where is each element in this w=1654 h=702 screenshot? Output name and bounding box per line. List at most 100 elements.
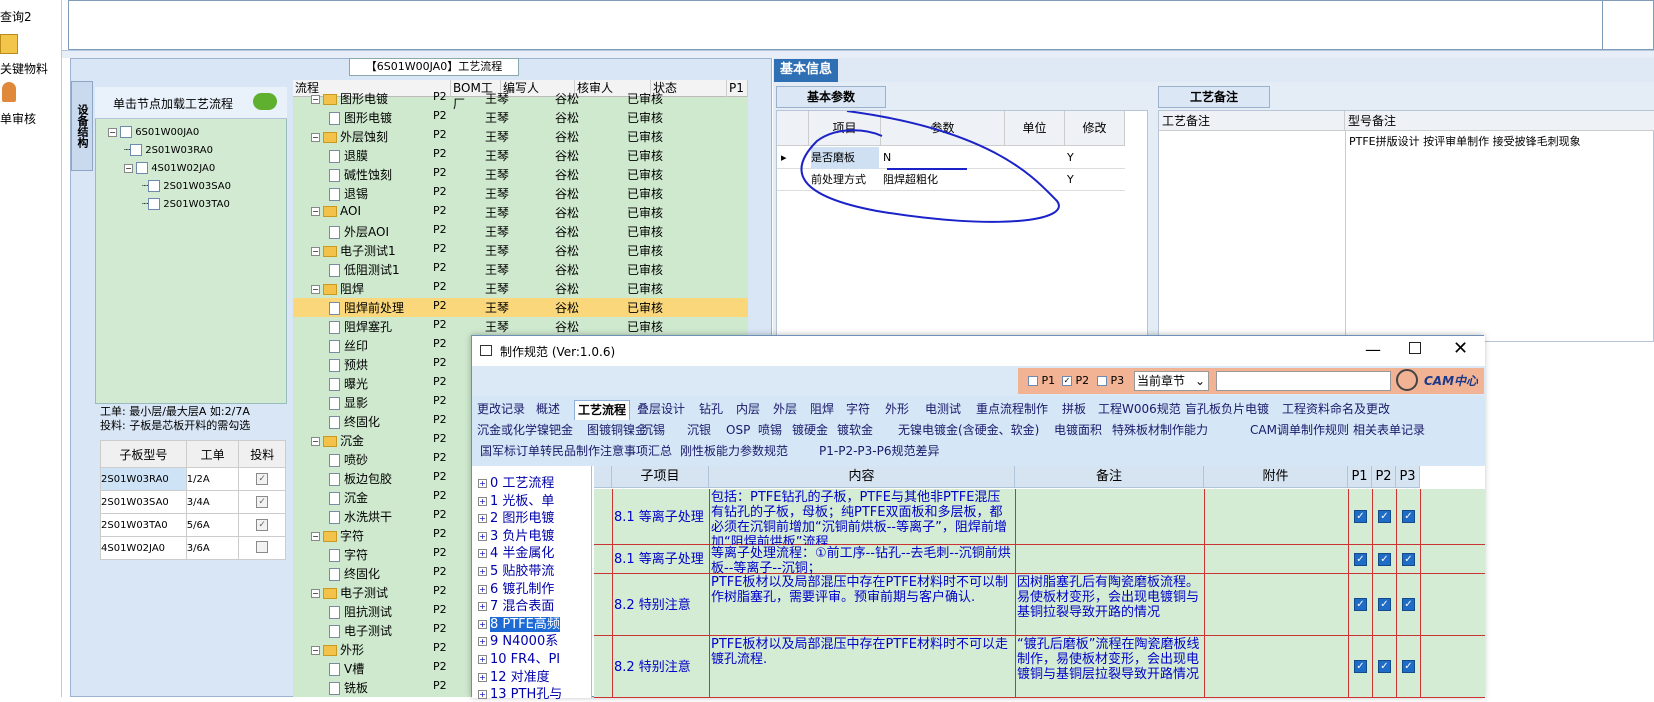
chapter-node[interactable]: +4 半金属化 — [478, 542, 554, 561]
dialog-tab[interactable]: 阻焊 — [810, 400, 834, 420]
dialog-tab[interactable]: 钻孔 — [699, 400, 723, 420]
close-icon[interactable]: ✕ — [1453, 338, 1468, 359]
process-row[interactable]: − 图形电镀 P2 王琴 谷松 已审核 — [293, 89, 748, 108]
tab-process-notes[interactable]: 工艺备注 — [1158, 86, 1270, 108]
column-header[interactable]: 附件 — [1204, 466, 1348, 488]
chapter-node[interactable]: +3 负片电镀 — [478, 525, 554, 544]
dialog-tab[interactable]: 拼板 — [1062, 400, 1086, 420]
top-input-area[interactable] — [68, 0, 1654, 51]
chapter-select[interactable]: 当前章节 ⌄ — [1134, 371, 1209, 391]
process-row[interactable]: 碱性蚀刻 P2 王琴 谷松 已审核 — [293, 165, 748, 184]
spec-row[interactable]: 8.2 特别注意 PTFE板材以及局部混压中存在PTFE材料时不可以制作树脂塞孔，… — [594, 574, 1485, 636]
column-header[interactable]: P2 — [1372, 466, 1396, 488]
p3-checkbox[interactable]: ✓ — [1402, 510, 1415, 523]
process-row[interactable]: 阻焊前处理 P2 王琴 谷松 已审核 — [293, 298, 748, 317]
tree-node[interactable]: ┈ 2S01W03RA0 — [124, 144, 213, 156]
dialog-tab[interactable]: OSP — [726, 421, 750, 441]
process-row[interactable]: 外层AOI P2 王琴 谷松 已审核 — [293, 222, 748, 241]
p1-checkbox[interactable]: P1 — [1028, 374, 1055, 387]
process-row[interactable]: 低阻测试1 P2 王琴 谷松 已审核 — [293, 260, 748, 279]
tree-node-root[interactable]: − 6S01W00JA0 — [108, 126, 199, 138]
p1-checkbox[interactable]: ✓ — [1354, 510, 1367, 523]
model-note-cell[interactable]: PTFE拼版设计 按评审单制作 接受披锋毛刺现象 — [1345, 131, 1654, 343]
dialog-tab[interactable]: 沉锡 — [641, 421, 665, 441]
chapter-node[interactable]: +8 PTFE高频 — [478, 613, 560, 632]
column-header[interactable]: 备注 — [1015, 466, 1204, 488]
column-header[interactable]: 工艺备注 — [1159, 111, 1345, 131]
p3-checkbox[interactable]: ✓ — [1402, 598, 1415, 611]
table-row[interactable]: 2S01W03TA0 5/6A ✓ — [100, 513, 286, 537]
chat-icon[interactable] — [253, 93, 277, 110]
dialog-tab[interactable]: 相关表单记录 — [1353, 421, 1425, 441]
tree-node[interactable]: ┈ 2S01W03TA0 — [142, 198, 230, 210]
column-header[interactable]: 内容 — [709, 466, 1015, 488]
dialog-tab[interactable]: 沉金或化学镍钯金 — [477, 421, 573, 441]
search-icon[interactable] — [1396, 369, 1418, 391]
dialog-tab[interactable]: 工程资料命名及更改 — [1282, 400, 1390, 420]
p2-checkbox[interactable]: ✓ — [1378, 552, 1391, 566]
p2-checkbox[interactable]: ✓ P2 — [1062, 374, 1089, 387]
dialog-tab[interactable]: 特殊板材制作能力 — [1112, 421, 1208, 441]
chapter-node[interactable]: +0 工艺流程 — [478, 472, 554, 491]
dialog-tab[interactable]: 镀软金 — [837, 421, 873, 441]
dialog-tab[interactable]: 内层 — [736, 400, 760, 420]
p3-checkbox[interactable]: ✓ — [1402, 660, 1415, 673]
dialog-tab[interactable]: 刚性板能力参数规范 — [680, 442, 788, 462]
dialog-tab[interactable]: 无镍电镀金(含硬金、软金) — [898, 421, 1039, 441]
p2-checkbox[interactable]: ✓ — [1378, 510, 1391, 523]
feed-checkbox[interactable]: ✓ — [238, 467, 286, 491]
search-input[interactable] — [1216, 371, 1391, 391]
dialog-tab[interactable]: 镀硬金 — [792, 421, 828, 441]
chapter-node[interactable]: +7 混合表面 — [478, 595, 554, 614]
table-row[interactable]: 2S01W03RA0 1/2A ✓ — [100, 467, 286, 491]
process-row[interactable]: 退锡 P2 王琴 谷松 已审核 — [293, 184, 748, 203]
dialog-tab[interactable]: 叠层设计 — [637, 400, 685, 420]
equipment-structure-tab[interactable]: 设备结构 — [71, 81, 93, 171]
column-header[interactable]: 子项目 — [612, 466, 709, 488]
process-row[interactable]: 图形电镀 P2 王琴 谷松 已审核 — [293, 108, 748, 127]
chapter-node[interactable]: +13 PTH孔与 — [478, 683, 562, 702]
p1-checkbox[interactable]: ✓ — [1354, 552, 1367, 566]
dialog-tab[interactable]: 喷锡 — [758, 421, 782, 441]
chapter-node[interactable]: +1 光板、单 — [478, 490, 554, 509]
process-row[interactable]: 阻焊塞孔 P2 王琴 谷松 已审核 — [293, 317, 748, 336]
chapter-node[interactable]: +6 镀孔制作 — [478, 578, 554, 597]
tab-basic-params[interactable]: 基本参数 — [776, 86, 886, 108]
dialog-tab[interactable]: P1-P2-P3-P6规范差异 — [819, 442, 939, 462]
dialog-tab[interactable]: 外层 — [773, 400, 797, 420]
p1-checkbox[interactable]: ✓ — [1354, 660, 1367, 673]
tree-node[interactable]: ┈ 2S01W03SA0 — [142, 180, 231, 192]
column-header[interactable]: P1 — [1348, 466, 1372, 488]
p1-checkbox[interactable]: ✓ — [1354, 598, 1367, 611]
p2-checkbox[interactable]: ✓ — [1378, 660, 1391, 673]
table-row[interactable]: 2S01W03SA0 3/4A ✓ — [100, 490, 286, 514]
dialog-tab[interactable]: 工艺流程 — [574, 400, 631, 420]
p3-checkbox[interactable]: P3 — [1097, 374, 1124, 387]
chapter-node[interactable]: +9 N4000系 — [478, 630, 558, 649]
maximize-icon[interactable] — [1409, 342, 1421, 354]
chapter-node[interactable]: +10 FR4、PI — [478, 648, 560, 667]
key-material-item[interactable]: 关键物料 — [0, 60, 48, 77]
dialog-tab[interactable]: 电镀面积 — [1054, 421, 1102, 441]
splitter-bar[interactable] — [62, 50, 1654, 58]
column-header[interactable]: 型号备注 — [1345, 111, 1654, 131]
column-header[interactable]: P3 — [1396, 466, 1420, 488]
dialog-tab[interactable]: 更改记录 — [477, 400, 525, 420]
feed-checkbox[interactable]: ✓ — [238, 490, 286, 514]
tab-basic-info[interactable]: 基本信息 — [774, 59, 838, 83]
spec-row[interactable]: 8.2 特别注意 PTFE板材以及局部混压中存在PTFE材料时不可以走镀孔流程. “… — [594, 636, 1485, 698]
feed-checkbox[interactable]: ✓ — [238, 513, 286, 537]
dialog-tab[interactable]: 图镀铜镍金 — [587, 421, 647, 441]
dialog-tab[interactable]: 沉银 — [687, 421, 711, 441]
dialog-tab[interactable]: 电测试 — [925, 400, 961, 420]
process-row[interactable]: 退膜 P2 王琴 谷松 已审核 — [293, 146, 748, 165]
process-row[interactable]: − 电子测试1 P2 王琴 谷松 已审核 — [293, 241, 748, 260]
process-row[interactable]: − 阻焊 P2 王琴 谷松 已审核 — [293, 279, 748, 298]
table-row[interactable]: 4S01W02JA0 3/6A — [100, 536, 286, 560]
p2-checkbox[interactable]: ✓ — [1378, 598, 1391, 611]
dialog-tab[interactable]: 重点流程制作 — [976, 400, 1048, 420]
chapter-node[interactable]: +12 对准度 — [478, 666, 550, 685]
dialog-tab[interactable]: 盲孔板负片电镀 — [1185, 400, 1269, 420]
chapter-node[interactable]: +2 图形电镀 — [478, 507, 554, 526]
review-item[interactable]: 单审核 — [0, 110, 36, 127]
